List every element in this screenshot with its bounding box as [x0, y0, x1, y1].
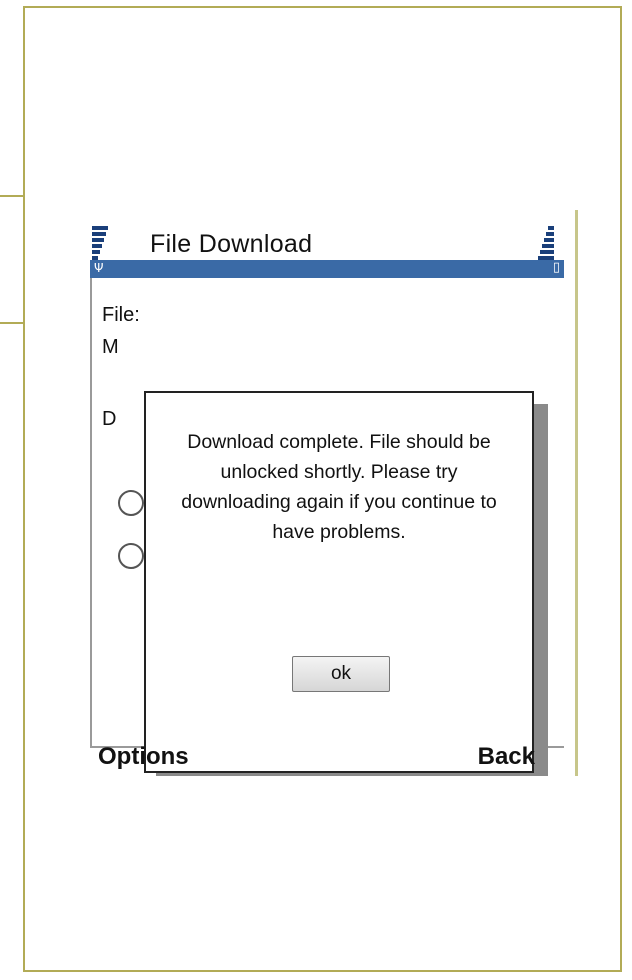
title-bar: File Download	[78, 218, 575, 260]
radio-option-1[interactable]	[118, 490, 144, 516]
battery-level-icon	[538, 226, 554, 262]
options-softkey[interactable]: Options	[98, 743, 189, 771]
phone-screen: File Download Ψ ▯ File: M D Download com…	[78, 210, 578, 776]
d-label: D	[102, 408, 117, 430]
radio-option-2[interactable]	[118, 543, 144, 569]
download-form-panel: File: M D Download complete. File should…	[90, 278, 564, 776]
download-complete-dialog: Download complete. File should be unlock…	[144, 391, 534, 773]
dialog-message: Download complete. File should be unlock…	[181, 431, 497, 543]
frame-divider-bottom	[0, 322, 24, 324]
page: File Download Ψ ▯ File: M D Download com…	[0, 0, 632, 980]
antenna-icon: Ψ	[94, 261, 104, 275]
ok-button[interactable]: ok	[292, 656, 390, 692]
m-label: M	[102, 336, 119, 358]
battery-icon: ▯	[552, 260, 560, 275]
frame-divider-top	[0, 195, 24, 197]
signal-strength-icon	[92, 226, 108, 262]
file-label: File:	[102, 304, 140, 326]
back-softkey[interactable]: Back	[478, 743, 535, 771]
status-bar: Ψ ▯	[90, 260, 564, 278]
window-title: File Download	[150, 230, 313, 258]
